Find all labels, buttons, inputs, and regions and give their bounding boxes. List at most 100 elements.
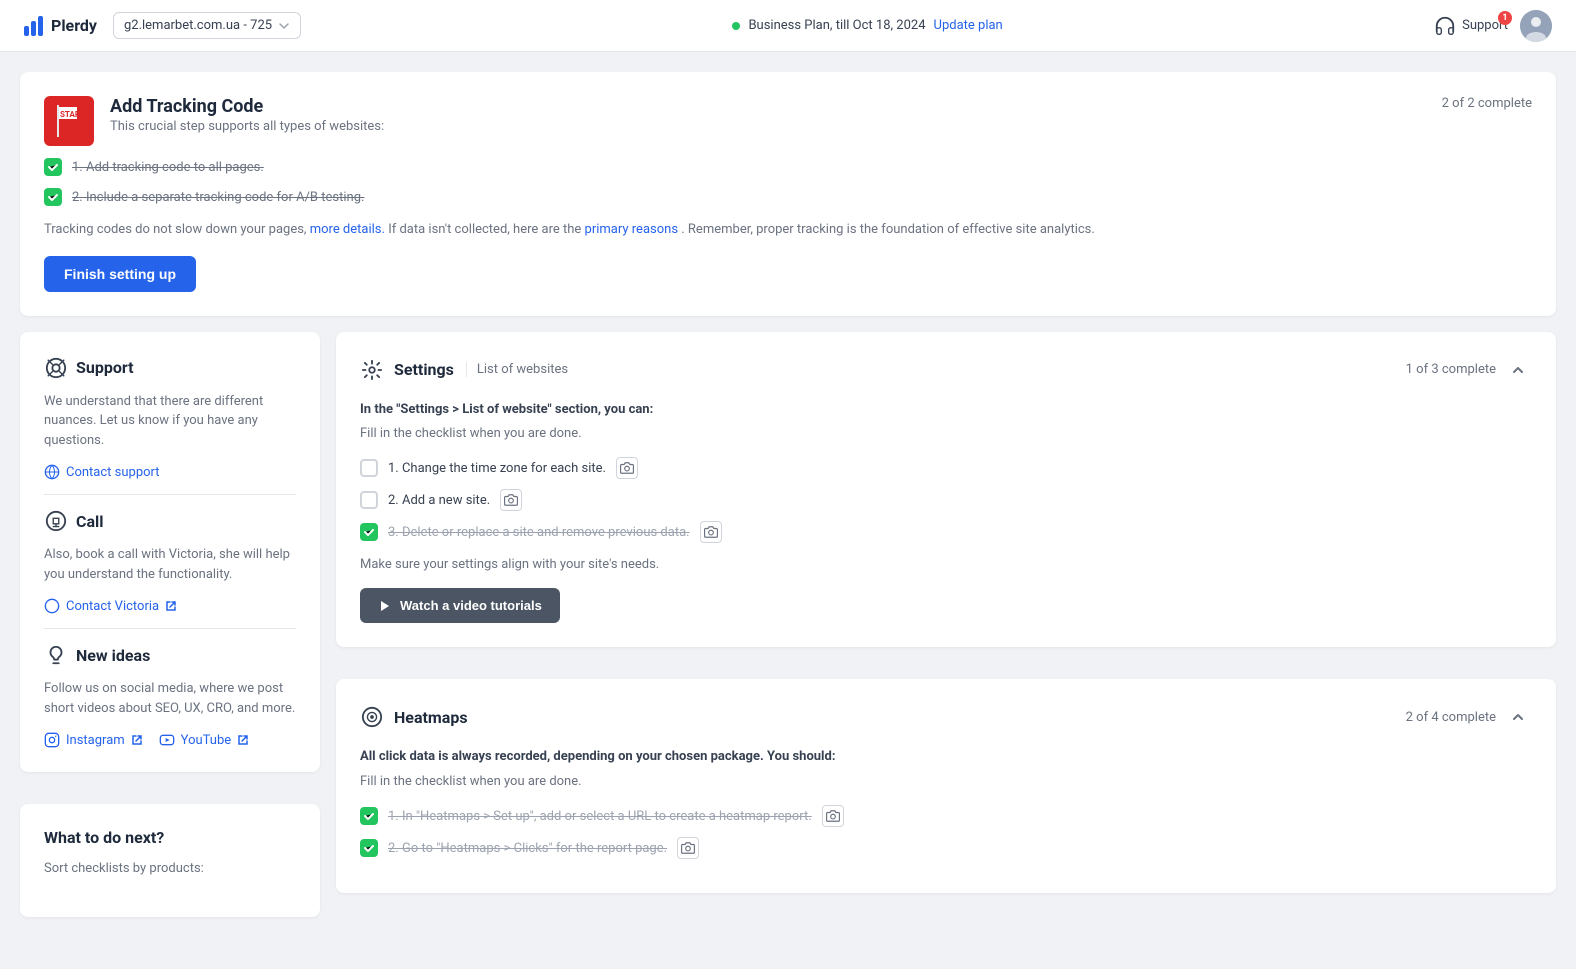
settings-title-area: Settings List of websites xyxy=(360,358,568,382)
check-icon-heatmap-1 xyxy=(363,810,375,822)
camera-icon-3 xyxy=(704,525,718,539)
tracking-item-text-2: 2. Include a separate tracking code for … xyxy=(72,190,364,205)
play-icon xyxy=(378,599,392,613)
settings-collapse-button[interactable] xyxy=(1504,356,1532,384)
check-icon-settings xyxy=(363,526,375,538)
tracking-header: START Add Tracking Code This crucial ste… xyxy=(44,96,384,146)
support-button[interactable]: 1 Support xyxy=(1434,15,1508,37)
chevron-down-icon xyxy=(278,20,290,32)
info-text-2: If data isn't collected, here are the xyxy=(388,222,581,237)
heatmaps-collapse-button[interactable] xyxy=(1504,703,1532,731)
logo-bar-2 xyxy=(31,21,36,36)
external-link-icon-1 xyxy=(165,600,177,612)
contact-support-link[interactable]: Contact support xyxy=(44,464,296,480)
info-text-1: Tracking codes do not slow down your pag… xyxy=(44,222,306,237)
tracking-subtitle: This crucial step supports all types of … xyxy=(110,119,384,134)
notification-badge: 1 xyxy=(1498,11,1512,25)
settings-complete-badge: 1 of 3 complete xyxy=(1406,362,1496,377)
settings-make-sure: Make sure your settings align with your … xyxy=(360,557,1532,572)
heatmaps-screenshot-btn-2[interactable] xyxy=(677,837,699,859)
heatmaps-icon xyxy=(360,705,384,729)
contact-victoria-label: Contact Victoria xyxy=(66,599,159,614)
heatmaps-chevron-up-icon xyxy=(1510,709,1526,725)
settings-screenshot-btn-1[interactable] xyxy=(616,457,638,479)
watch-video-tutorials-button[interactable]: Watch a video tutorials xyxy=(360,588,560,623)
settings-screenshot-btn-3[interactable] xyxy=(700,521,722,543)
watch-btn-label: Watch a video tutorials xyxy=(400,598,542,613)
avatar[interactable] xyxy=(1520,10,1552,42)
heatmap-icon xyxy=(361,706,383,728)
header: Plerdy g2.lemarbet.com.ua - 725 Business… xyxy=(0,0,1576,52)
camera-icon-heatmap-2 xyxy=(681,841,695,855)
tracking-title: Add Tracking Code xyxy=(110,96,384,117)
heatmaps-complete-badge: 2 of 4 complete xyxy=(1406,710,1496,725)
what-next-card: What to do next? Sort checklists by prod… xyxy=(20,804,320,917)
heatmaps-title-area: Heatmaps xyxy=(360,705,468,729)
settings-section-bold: In the "Settings > List of website" sect… xyxy=(360,402,653,417)
site-selector[interactable]: g2.lemarbet.com.ua - 725 xyxy=(113,12,301,39)
more-details-link[interactable]: more details. xyxy=(310,222,385,237)
new-ideas-desc: Follow us on social media, where we post… xyxy=(44,679,296,718)
svg-text:START: START xyxy=(60,110,85,119)
checkbox-checked-1 xyxy=(44,158,62,176)
what-next-title-row: What to do next? xyxy=(44,828,296,847)
call-icon xyxy=(44,509,68,533)
finish-setting-up-button[interactable]: Finish setting up xyxy=(44,256,196,292)
heatmaps-title: Heatmaps xyxy=(394,708,468,727)
heatmaps-checkbox-done-2 xyxy=(360,839,378,857)
heatmaps-section-bold: All click data is always recorded, depen… xyxy=(360,749,835,764)
camera-icon-2 xyxy=(504,493,518,507)
settings-checkbox-1[interactable] xyxy=(360,459,378,477)
settings-item-2: 2. Add a new site. xyxy=(360,489,1532,511)
settings-checkbox-2[interactable] xyxy=(360,491,378,509)
logo-icon xyxy=(24,16,43,36)
header-center: Business Plan, till Oct 18, 2024 Update … xyxy=(732,18,1002,33)
update-plan-link[interactable]: Update plan xyxy=(934,18,1003,33)
tracking-complete-badge: 2 of 2 complete xyxy=(1442,96,1532,111)
heatmaps-section-title: All click data is always recorded, depen… xyxy=(360,747,1532,768)
youtube-link[interactable]: YouTube xyxy=(159,732,250,748)
settings-item-label-1: 1. Change the time zone for each site. xyxy=(388,461,606,476)
divider-2 xyxy=(44,628,296,629)
support-title-row: Support xyxy=(44,356,296,380)
header-right: 1 Support xyxy=(1434,10,1552,42)
support-card: Support We understand that there are dif… xyxy=(20,332,320,773)
status-dot xyxy=(732,22,740,30)
call-title-row: Call xyxy=(44,509,296,533)
primary-reasons-link[interactable]: primary reasons xyxy=(585,222,679,237)
check-icon-1 xyxy=(47,161,59,173)
tracking-item-1: 1. Add tracking code to all pages. xyxy=(44,158,1532,176)
settings-card-header: Settings List of websites 1 of 3 complet… xyxy=(360,356,1532,384)
heatmaps-card: Heatmaps 2 of 4 complete All click data … xyxy=(336,679,1556,893)
camera-icon-1 xyxy=(620,461,634,475)
logo: Plerdy xyxy=(24,16,97,36)
globe-icon xyxy=(44,464,60,480)
settings-title: Settings xyxy=(394,360,454,379)
settings-card: Settings List of websites 1 of 3 complet… xyxy=(336,332,1556,648)
heatmaps-item-2: 2. Go to "Heatmaps > Clicks" for the rep… xyxy=(360,837,1532,859)
instagram-label: Instagram xyxy=(66,733,125,748)
new-ideas-icon xyxy=(44,643,68,667)
page: START Add Tracking Code This crucial ste… xyxy=(0,52,1576,969)
settings-screenshot-btn-2[interactable] xyxy=(500,489,522,511)
new-ideas-title-row: New ideas xyxy=(44,643,296,667)
settings-item-label-3: 3. Delete or replace a site and remove p… xyxy=(388,525,690,540)
user-avatar xyxy=(1520,10,1552,42)
tracking-item-2: 2. Include a separate tracking code for … xyxy=(44,188,1532,206)
tracking-title-area: Add Tracking Code This crucial step supp… xyxy=(110,96,384,134)
settings-item-3: 3. Delete or replace a site and remove p… xyxy=(360,521,1532,543)
gear-icon xyxy=(361,359,383,381)
heatmaps-card-header: Heatmaps 2 of 4 complete xyxy=(360,703,1532,731)
heatmaps-screenshot-btn-1[interactable] xyxy=(822,805,844,827)
social-links: Instagram YouTube xyxy=(44,732,296,748)
checkbox-checked-2 xyxy=(44,188,62,206)
tracking-card: START Add Tracking Code This crucial ste… xyxy=(20,72,1556,316)
contact-victoria-link[interactable]: Contact Victoria xyxy=(44,598,296,614)
instagram-link[interactable]: Instagram xyxy=(44,732,143,748)
headset-icon xyxy=(1434,15,1456,37)
call-link-icon xyxy=(44,598,60,614)
lightbulb-icon xyxy=(45,644,67,666)
instagram-icon xyxy=(44,732,60,748)
what-next-title: What to do next? xyxy=(44,828,164,847)
heatmaps-sub-text: Fill in the checklist when you are done. xyxy=(360,774,1532,789)
